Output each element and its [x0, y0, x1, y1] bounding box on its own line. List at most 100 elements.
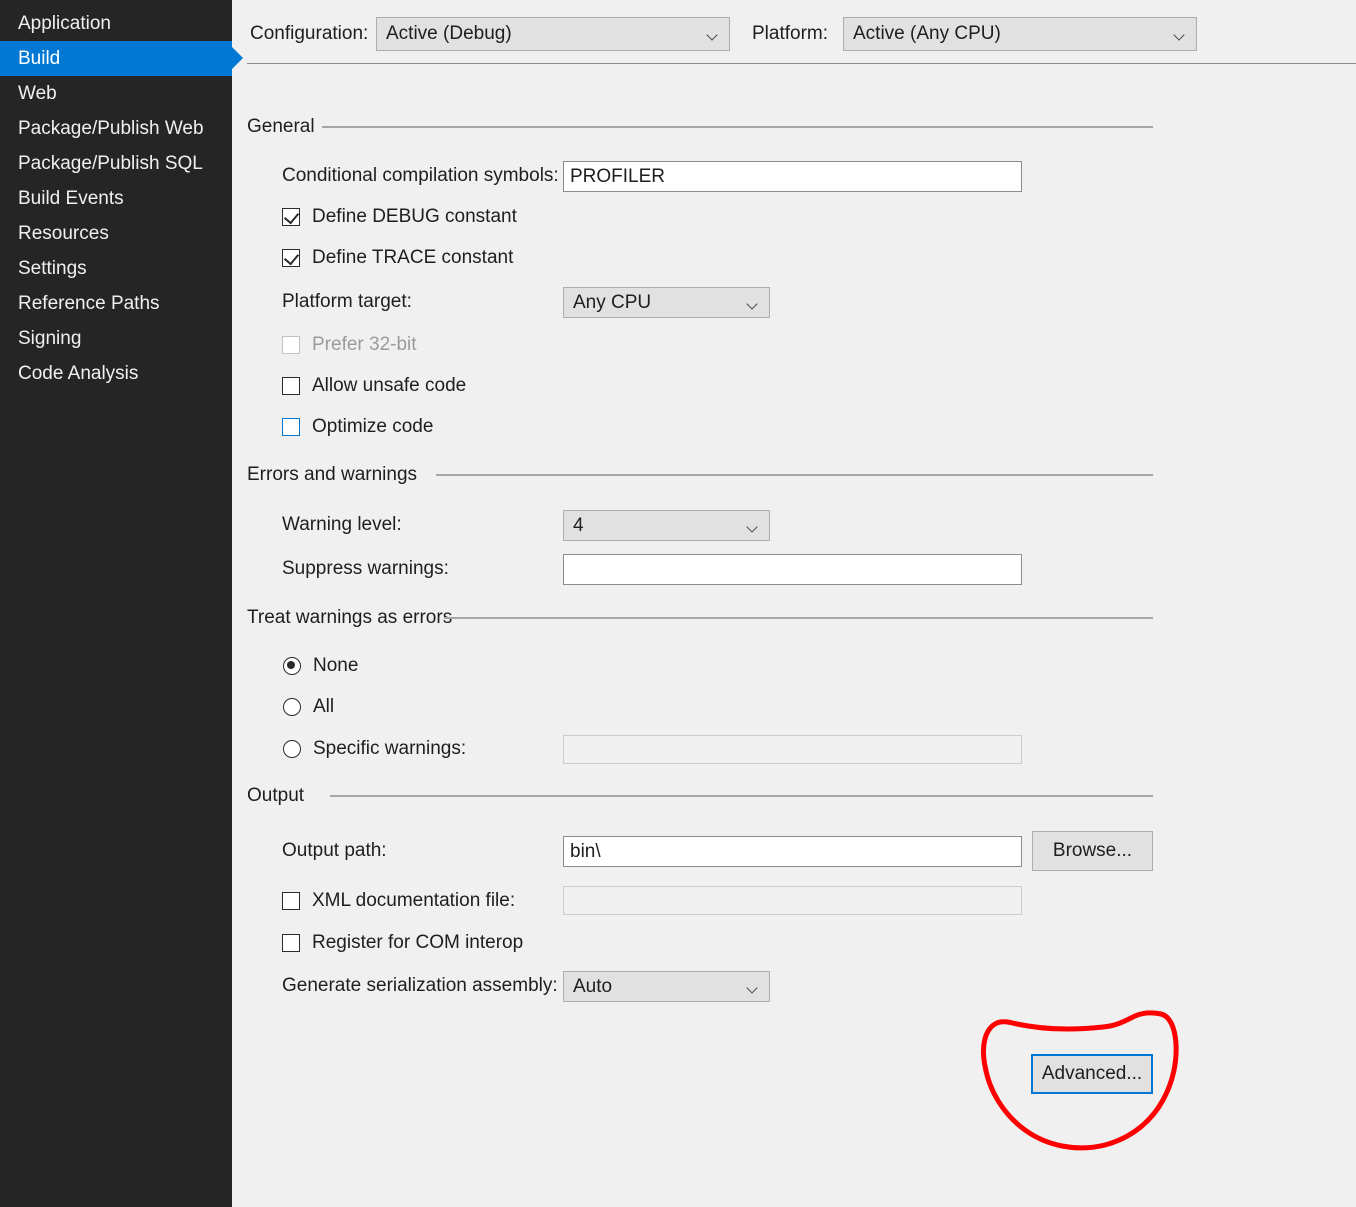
platform-target-dropdown[interactable]: Any CPU	[563, 287, 770, 318]
sidebar-item-label: Web	[18, 83, 57, 104]
sidebar-item-label: Reference Paths	[18, 293, 160, 314]
errors-warnings-section-header: Errors and warnings	[247, 464, 418, 485]
prefer-32bit-checkbox[interactable]: Prefer 32-bit	[282, 334, 417, 356]
serialization-assembly-value: Auto	[573, 976, 613, 997]
warning-level-value: 4	[573, 515, 584, 536]
sidebar-item-build-events[interactable]: Build Events	[0, 181, 232, 216]
chevron-down-icon	[1175, 31, 1185, 37]
output-section-rule	[330, 795, 1153, 797]
checkmark-icon	[283, 249, 300, 266]
allow-unsafe-code-label: Allow unsafe code	[312, 375, 467, 396]
xml-documentation-checkbox[interactable]: XML documentation file:	[282, 890, 515, 912]
define-trace-checkbox[interactable]: Define TRACE constant	[282, 247, 513, 269]
sidebar-item-label: Build	[18, 48, 61, 69]
checkbox-icon	[282, 377, 300, 395]
sidebar-item-label: Code Analysis	[18, 363, 139, 384]
sidebar-item-label: Package/Publish SQL	[18, 153, 203, 174]
platform-target-value: Any CPU	[573, 292, 652, 313]
define-debug-label: Define DEBUG constant	[312, 206, 517, 227]
warning-level-dropdown[interactable]: 4	[563, 510, 770, 541]
output-section-header: Output	[247, 785, 305, 806]
checkbox-icon	[282, 336, 300, 354]
checkbox-icon	[282, 249, 300, 267]
checkbox-icon	[282, 418, 300, 436]
browse-button-label: Browse...	[1052, 840, 1133, 861]
general-section-header: General	[247, 116, 315, 137]
serialization-assembly-dropdown[interactable]: Auto	[563, 971, 770, 1002]
platform-label: Platform:	[752, 23, 829, 44]
treat-warnings-specific-label: Specific warnings:	[313, 738, 467, 759]
advanced-button[interactable]: Advanced...	[1031, 1054, 1153, 1094]
register-com-interop-checkbox[interactable]: Register for COM interop	[282, 932, 523, 954]
build-settings-panel: Configuration: Active (Debug) Platform: …	[232, 0, 1356, 1207]
platform-dropdown[interactable]: Active (Any CPU)	[843, 17, 1197, 51]
configuration-dropdown[interactable]: Active (Debug)	[376, 17, 730, 51]
treat-warnings-section-header: Treat warnings as errors	[247, 607, 453, 628]
sidebar-item-package-publish-sql[interactable]: Package/Publish SQL	[0, 146, 232, 181]
sidebar-item-web[interactable]: Web	[0, 76, 232, 111]
serialization-assembly-label: Generate serialization assembly:	[282, 975, 558, 996]
radio-icon	[283, 657, 301, 675]
define-trace-label: Define TRACE constant	[312, 247, 514, 268]
suppress-warnings-label: Suppress warnings:	[282, 558, 449, 579]
checkbox-icon	[282, 208, 300, 226]
sidebar-item-signing[interactable]: Signing	[0, 321, 232, 356]
toolbar-separator	[247, 63, 1356, 64]
define-debug-checkbox[interactable]: Define DEBUG constant	[282, 206, 517, 228]
radio-dot-icon	[287, 661, 296, 670]
sidebar-item-application[interactable]: Application	[0, 6, 232, 41]
sidebar-item-label: Resources	[18, 223, 109, 244]
radio-icon	[283, 740, 301, 758]
sidebar-item-settings[interactable]: Settings	[0, 251, 232, 286]
sidebar-item-build[interactable]: Build	[0, 41, 243, 76]
configuration-label: Configuration:	[250, 23, 369, 44]
sidebar-nav: Application Build Web Package/Publish We…	[0, 0, 243, 1207]
treat-warnings-none-radio[interactable]: None	[283, 655, 358, 677]
register-com-interop-label: Register for COM interop	[312, 932, 524, 953]
radio-icon	[283, 698, 301, 716]
selection-arrow-icon	[232, 47, 243, 69]
sidebar-item-label: Signing	[18, 328, 82, 349]
allow-unsafe-code-checkbox[interactable]: Allow unsafe code	[282, 375, 466, 397]
specific-warnings-input[interactable]	[563, 735, 1022, 764]
treat-warnings-all-radio[interactable]: All	[283, 696, 334, 718]
conditional-symbols-label: Conditional compilation symbols:	[282, 165, 559, 186]
xml-documentation-input[interactable]	[563, 886, 1022, 915]
sidebar-item-label: Build Events	[18, 188, 124, 209]
optimize-code-label: Optimize code	[312, 416, 434, 437]
configuration-dropdown-value: Active (Debug)	[386, 23, 512, 44]
checkbox-icon	[282, 934, 300, 952]
warning-level-label: Warning level:	[282, 514, 402, 535]
chevron-down-icon	[748, 523, 758, 529]
general-section-rule	[322, 126, 1153, 128]
treat-warnings-specific-radio[interactable]: Specific warnings:	[283, 738, 466, 760]
chevron-down-icon	[748, 300, 758, 306]
errors-warnings-section-rule	[436, 474, 1153, 476]
platform-target-label: Platform target:	[282, 291, 412, 312]
checkbox-icon	[282, 892, 300, 910]
chevron-down-icon	[708, 31, 718, 37]
sidebar-item-label: Application	[18, 13, 111, 34]
prefer-32bit-label: Prefer 32-bit	[312, 334, 417, 355]
sidebar-item-package-publish-web[interactable]: Package/Publish Web	[0, 111, 232, 146]
treat-warnings-all-label: All	[313, 696, 335, 717]
advanced-button-label: Advanced...	[1041, 1063, 1143, 1084]
browse-button[interactable]: Browse...	[1032, 831, 1153, 871]
platform-dropdown-value: Active (Any CPU)	[853, 23, 1001, 44]
sidebar-item-label: Settings	[18, 258, 87, 279]
configuration-toolbar: Configuration: Active (Debug) Platform: …	[232, 0, 1356, 63]
xml-documentation-label: XML documentation file:	[312, 890, 516, 911]
treat-warnings-none-label: None	[313, 655, 359, 676]
sidebar-item-label: Package/Publish Web	[18, 118, 204, 139]
sidebar-item-list: Application Build Web Package/Publish We…	[0, 0, 243, 391]
sidebar-item-reference-paths[interactable]: Reference Paths	[0, 286, 232, 321]
conditional-symbols-input[interactable]: PROFILER	[563, 161, 1022, 192]
chevron-down-icon	[748, 984, 758, 990]
sidebar-item-code-analysis[interactable]: Code Analysis	[0, 356, 232, 391]
output-path-input[interactable]: bin\	[563, 836, 1022, 867]
optimize-code-checkbox[interactable]: Optimize code	[282, 416, 433, 438]
suppress-warnings-input[interactable]	[563, 554, 1022, 585]
checkmark-icon	[283, 208, 300, 225]
sidebar-item-resources[interactable]: Resources	[0, 216, 232, 251]
treat-warnings-section-rule	[444, 617, 1153, 619]
